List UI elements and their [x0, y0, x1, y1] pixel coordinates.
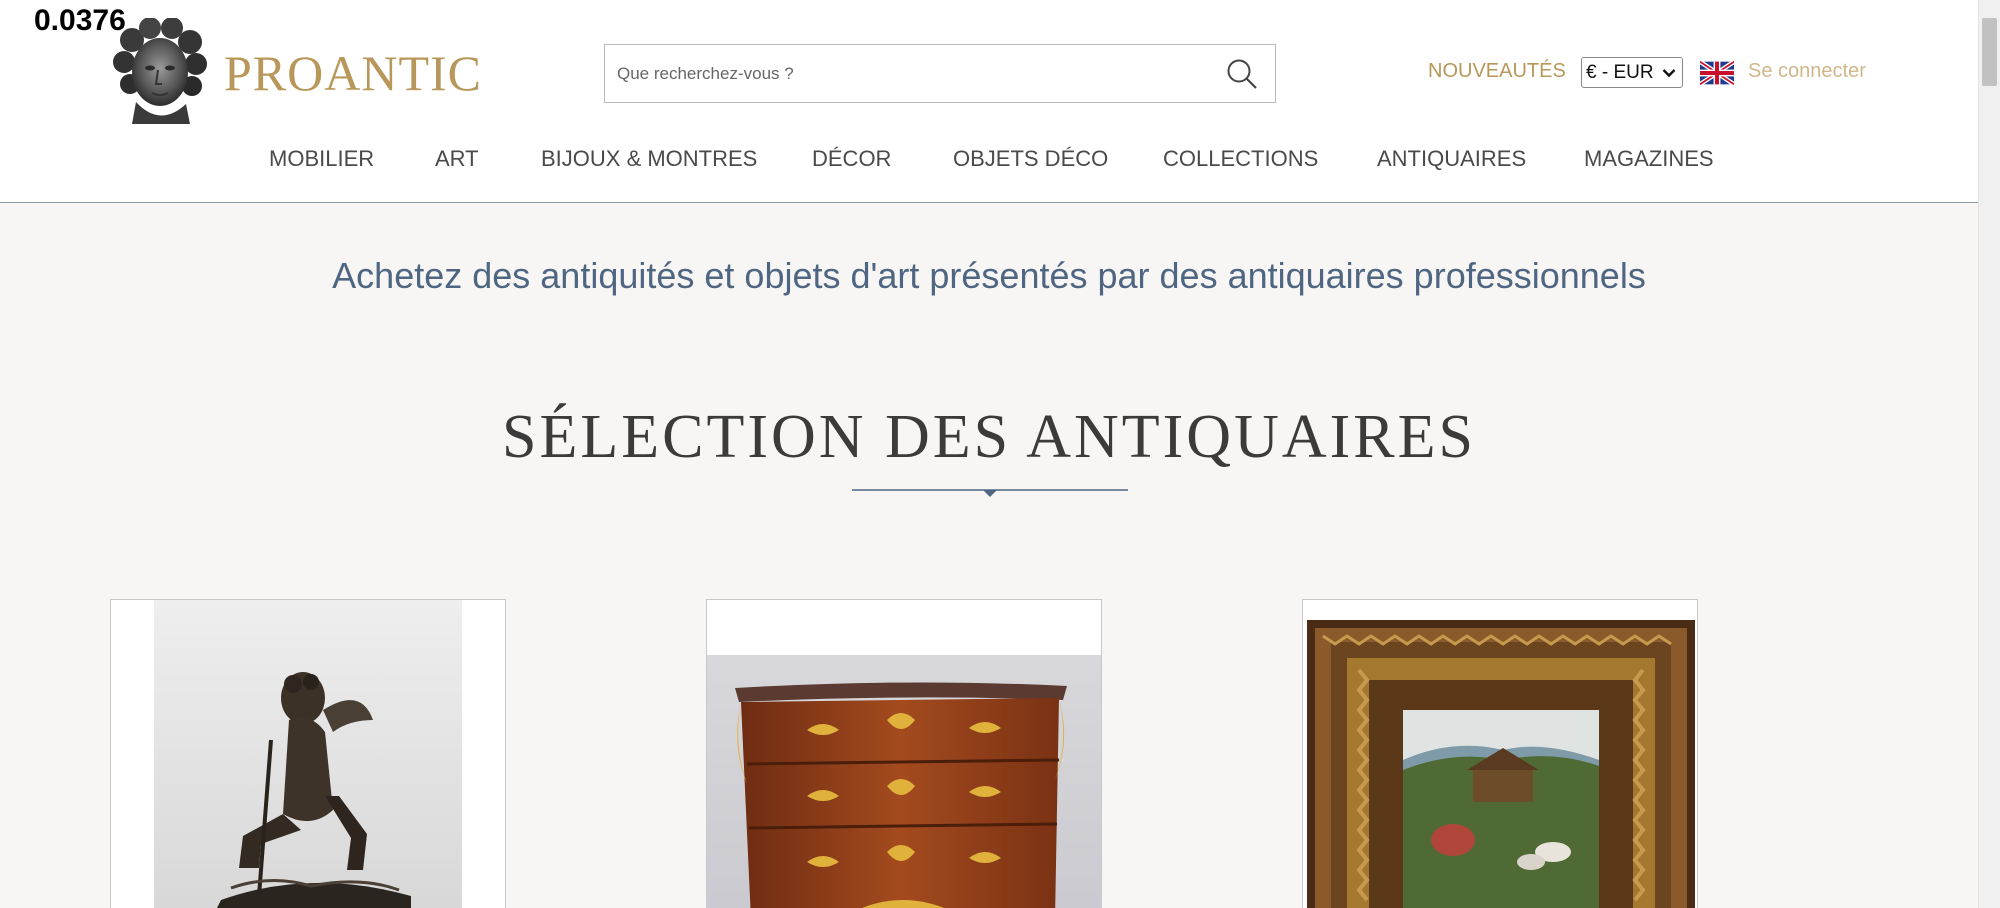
score-overlay: 0.0376	[34, 4, 126, 37]
chevron-down-icon	[1662, 68, 1676, 77]
new-arrivals-link[interactable]: NOUVEAUTÉS	[1428, 60, 1566, 83]
nav-item-objets-deco[interactable]: OBJETS DÉCO	[953, 146, 1108, 172]
search-bar	[604, 44, 1276, 103]
section-title: SÉLECTION DES ANTIQUAIRES	[502, 403, 1476, 471]
currency-value: € - EUR	[1586, 61, 1654, 83]
page-scrollbar[interactable]	[1978, 0, 2000, 908]
login-link[interactable]: Se connecter	[1748, 60, 1866, 83]
site-header: PROANTIC NOUVEAUTÉS € - EUR Se c	[0, 0, 1978, 203]
product-image-bronze-cherub[interactable]	[111, 600, 506, 908]
product-image-commode[interactable]	[707, 600, 1102, 908]
nav-item-magazines[interactable]: MAGAZINES	[1584, 146, 1714, 172]
search-input[interactable]	[617, 45, 1197, 102]
nav-item-antiquaires[interactable]: ANTIQUAIRES	[1377, 146, 1526, 172]
nav-item-bijoux-montres[interactable]: BIJOUX & MONTRES	[541, 146, 757, 172]
currency-select[interactable]: € - EUR	[1581, 57, 1683, 88]
search-button[interactable]	[1209, 45, 1275, 102]
product-image-framed-painting[interactable]	[1303, 600, 1698, 908]
main-nav: MOBILIER ART BIJOUX & MONTRES DÉCOR OBJE…	[0, 146, 1978, 180]
product-card-commode[interactable]	[706, 599, 1102, 908]
title-divider	[852, 489, 1128, 497]
page: PROANTIC NOUVEAUTÉS € - EUR Se c	[0, 0, 2000, 908]
tagline: Achetez des antiquités et objets d'art p…	[332, 255, 1646, 296]
nav-item-decor[interactable]: DÉCOR	[812, 146, 891, 172]
site-logo-text[interactable]: PROANTIC	[224, 44, 482, 102]
scrollbar-thumb[interactable]	[1982, 18, 1997, 86]
nav-item-collections[interactable]: COLLECTIONS	[1163, 146, 1318, 172]
product-card-bronze-sculpture[interactable]	[110, 599, 506, 908]
nav-item-art[interactable]: ART	[435, 146, 479, 172]
uk-flag-icon[interactable]	[1700, 61, 1734, 85]
nav-item-mobilier[interactable]: MOBILIER	[269, 146, 374, 172]
product-card-framed-painting[interactable]	[1302, 599, 1698, 908]
search-icon	[1227, 59, 1257, 89]
